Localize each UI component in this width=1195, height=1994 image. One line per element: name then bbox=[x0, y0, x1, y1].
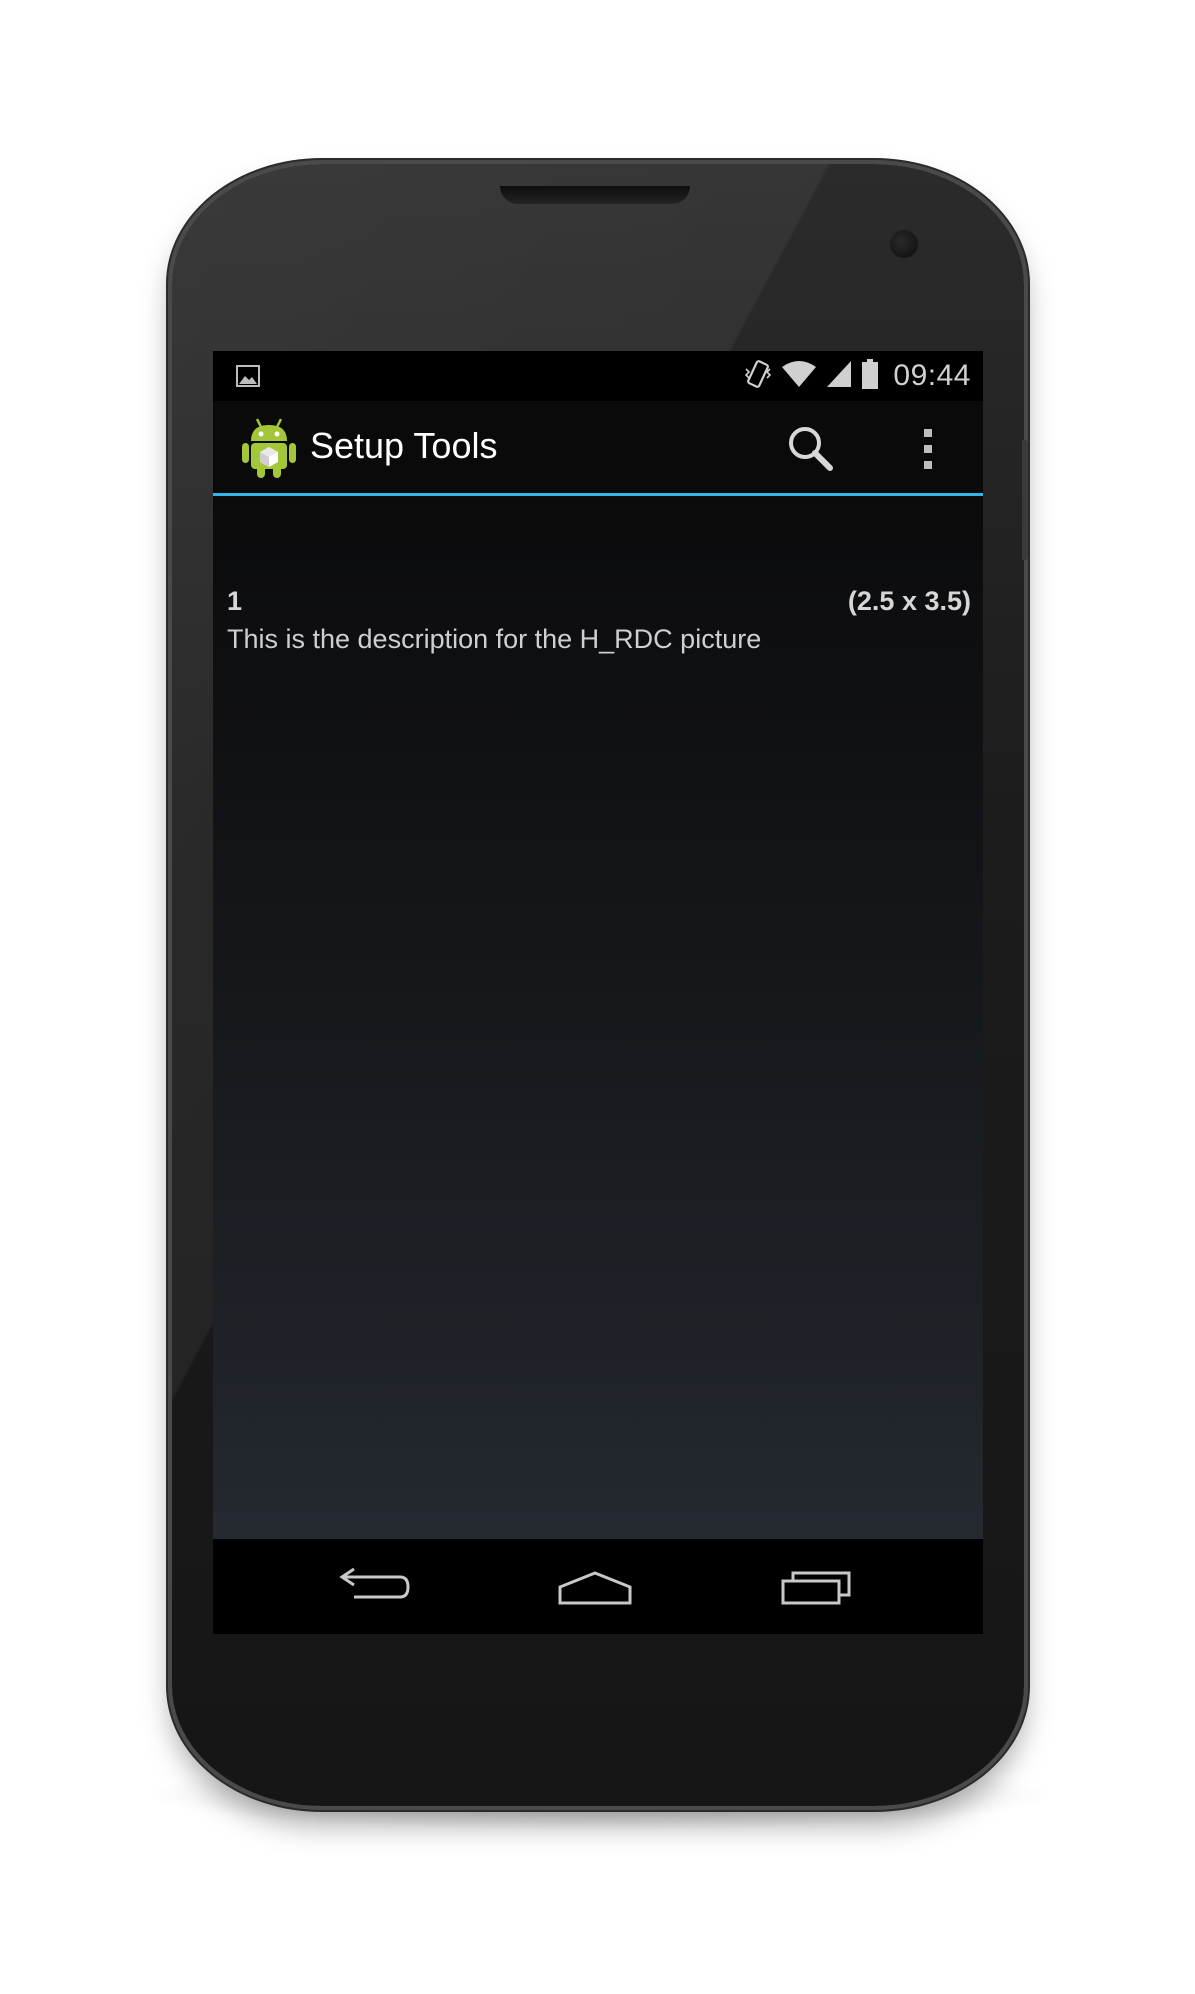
page-title: Setup Tools bbox=[310, 425, 498, 466]
item-size: (2.5 x 3.5) bbox=[847, 586, 971, 616]
vibrate-icon bbox=[743, 357, 773, 396]
status-bar: 09:44 bbox=[213, 351, 983, 401]
phone-screen: 09:44 Setup Tools 1 (2.5 x 3.5) This is … bbox=[213, 351, 983, 1634]
overflow-menu-icon[interactable] bbox=[913, 419, 943, 479]
navigation-bar bbox=[213, 1539, 983, 1634]
front-camera bbox=[890, 230, 918, 258]
home-icon[interactable] bbox=[550, 1561, 640, 1611]
search-icon[interactable] bbox=[783, 421, 839, 477]
wifi-icon bbox=[781, 359, 817, 394]
item-description: This is the description for the H_RDC pi… bbox=[227, 624, 762, 654]
item-number: 1 bbox=[227, 586, 243, 616]
picture-notification-icon bbox=[235, 363, 261, 389]
device-mockup: 09:44 Setup Tools 1 (2.5 x 3.5) This is … bbox=[0, 0, 1195, 1994]
status-time: 09:44 bbox=[893, 359, 971, 392]
battery-icon bbox=[861, 358, 879, 395]
signal-icon bbox=[825, 359, 853, 394]
content-area: 1 (2.5 x 3.5) This is the description fo… bbox=[213, 496, 983, 1589]
action-bar: Setup Tools bbox=[213, 401, 983, 496]
earpiece-speaker bbox=[500, 186, 690, 204]
power-button bbox=[1022, 440, 1028, 560]
android-app-icon[interactable] bbox=[241, 417, 297, 479]
status-icons: 09:44 bbox=[743, 351, 971, 401]
back-icon[interactable] bbox=[328, 1561, 418, 1611]
list-item[interactable]: 1 (2.5 x 3.5) This is the description fo… bbox=[227, 586, 971, 676]
recents-icon[interactable] bbox=[773, 1561, 863, 1611]
